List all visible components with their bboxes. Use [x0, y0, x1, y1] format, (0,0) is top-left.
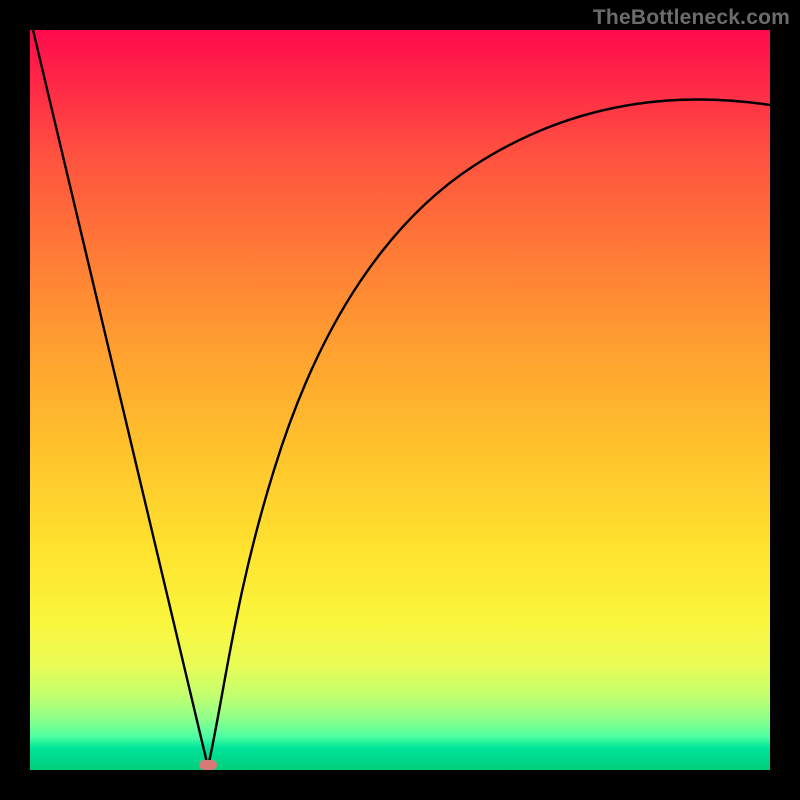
curve-path: [33, 30, 770, 767]
chart-curve: [30, 30, 770, 770]
watermark-text: TheBottleneck.com: [593, 6, 790, 30]
minimum-marker: [199, 760, 217, 770]
